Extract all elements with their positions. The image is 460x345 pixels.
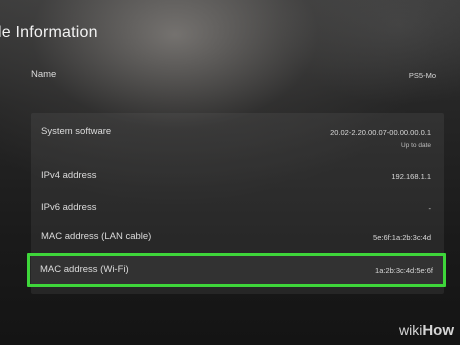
mac-wifi-row[interactable]: MAC address (Wi-Fi) 1a:2b:3c:4d:5e:6f: [27, 253, 446, 287]
name-label: Name: [31, 69, 57, 80]
ipv6-value: -: [428, 204, 432, 213]
mac-wifi-value: 1a:2b:3c:4d:5e:6f: [375, 266, 433, 275]
mac-lan-label: MAC address (LAN cable): [41, 231, 152, 242]
system-software-label: System software: [41, 126, 112, 137]
mac-lan-value: 5e:6f:1a:2b:3c:4d: [373, 233, 431, 242]
ipv4-value: 192.168.1.1: [391, 172, 431, 181]
name-value: PS5-Mo: [408, 71, 436, 80]
update-status: Up to date: [401, 142, 431, 149]
page-title: le Information: [0, 24, 98, 41]
system-software-value: 20.02-2.20.00.07-00.00.00.0.1: [330, 128, 431, 137]
watermark-part2: How: [422, 322, 454, 339]
ipv6-label: IPv6 address: [41, 202, 97, 213]
watermark-part1: wiki: [398, 322, 423, 338]
wikihow-watermark: wikiHow: [399, 322, 454, 339]
mac-wifi-label: MAC address (Wi-Fi): [40, 264, 129, 275]
ipv4-label: IPv4 address: [41, 170, 97, 181]
name-row[interactable]: Name PS5-Mo: [31, 69, 436, 83]
